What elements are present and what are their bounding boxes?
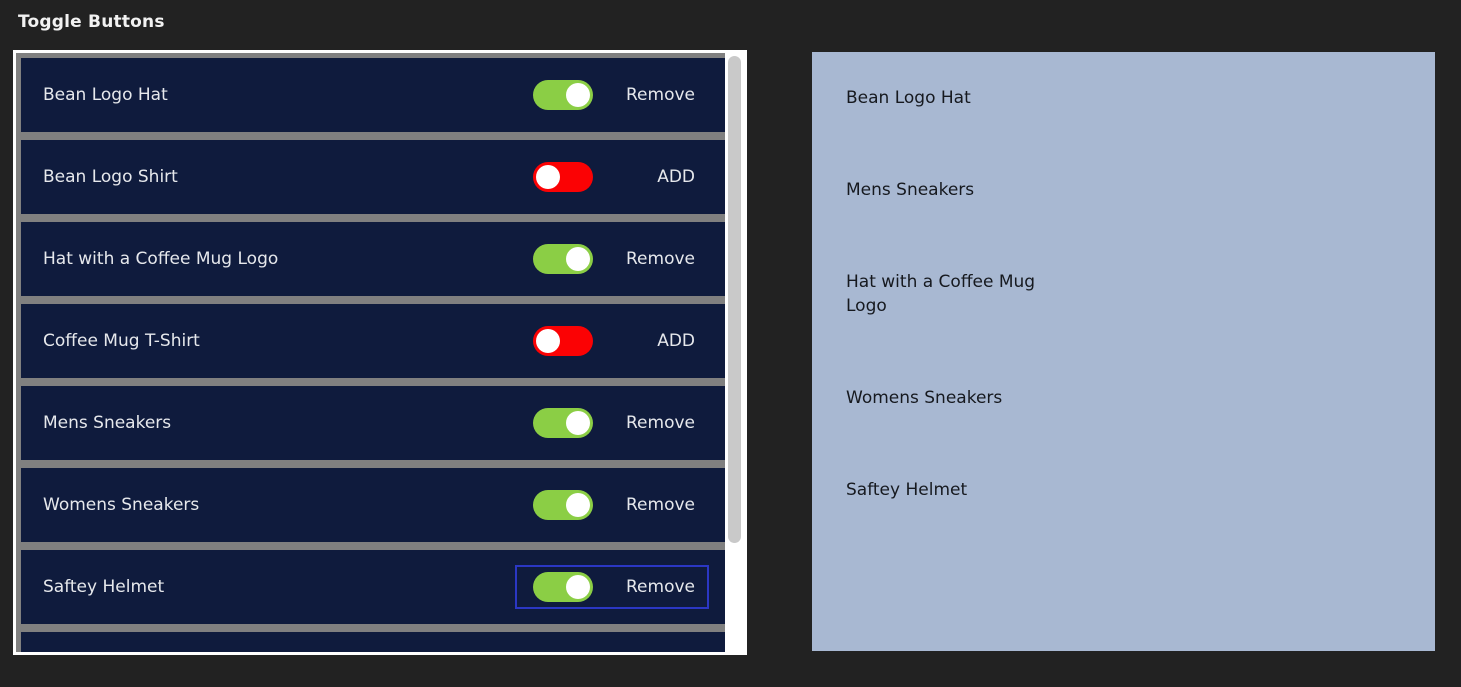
remove-button[interactable]: Remove [593, 576, 707, 598]
toggle-knob-icon [536, 329, 560, 353]
toggle-row: Womens Sneakers Remove [21, 468, 725, 542]
toggle-control-group[interactable]: ADD [517, 649, 707, 652]
toggle-control-group[interactable]: Remove [517, 485, 707, 525]
cart-item: Womens Sneakers [846, 388, 1003, 408]
product-name-label: Coffee Mug T-Shirt [43, 331, 200, 351]
toggle-row: Saftey Helmet Remove [21, 550, 725, 624]
toggle-switch-on-icon[interactable] [533, 490, 593, 520]
toggle-switch-on-icon[interactable] [533, 244, 593, 274]
toggle-row: Coffee Mug T-Shirt ADD [21, 304, 725, 378]
product-name-label: Bean Logo Shirt [43, 167, 178, 187]
remove-button[interactable]: Remove [593, 248, 707, 270]
remove-button[interactable]: Remove [593, 494, 707, 516]
product-name-label: Womens Sneakers [43, 495, 200, 515]
toggle-control-group[interactable]: Remove [517, 75, 707, 115]
remove-button[interactable]: Remove [593, 84, 707, 106]
toggle-switch-on-icon[interactable] [533, 80, 593, 110]
toggle-knob-icon [566, 83, 590, 107]
toggle-control-group[interactable]: ADD [517, 321, 707, 361]
toggle-row: Mens Sneakers Remove [21, 386, 725, 460]
add-button[interactable]: ADD [593, 166, 707, 188]
cart-item: Saftey Helmet [846, 480, 968, 500]
toggle-control-group[interactable]: Remove [517, 403, 707, 443]
toggle-knob-icon [566, 247, 590, 271]
remove-button[interactable]: Remove [593, 412, 707, 434]
product-name-label: Saftey Helmet [43, 577, 165, 597]
toggle-row: Bean Logo Hat Remove [21, 58, 725, 132]
cart-item: Bean Logo Hat [846, 88, 971, 108]
toggle-list-panel: Bean Logo Hat Remove Bean Logo Shirt ADD Hat… [13, 50, 747, 655]
toggle-row: Safety VestADD [21, 632, 725, 652]
toggle-switch-on-icon[interactable] [533, 408, 593, 438]
toggle-switch-off-icon[interactable] [533, 162, 593, 192]
toggle-control-group[interactable]: ADD [517, 157, 707, 197]
product-name-label: Bean Logo Hat [43, 85, 168, 105]
toggle-knob-icon [536, 165, 560, 189]
product-name-label: Hat with a Coffee Mug Logo [43, 249, 279, 269]
toggle-switch-on-icon[interactable] [533, 572, 593, 602]
toggle-row: Bean Logo Shirt ADD [21, 140, 725, 214]
add-button[interactable]: ADD [593, 330, 707, 352]
toggle-control-group-focused[interactable]: Remove [515, 565, 709, 609]
cart-panel: Bean Logo Hat Mens Sneakers Hat with a Cof… [812, 52, 1435, 651]
page-title: Toggle Buttons [18, 12, 165, 32]
toggle-knob-icon [566, 411, 590, 435]
toggle-list-scroll-area[interactable]: Bean Logo Hat Remove Bean Logo Shirt ADD Hat… [16, 53, 725, 652]
scrollbar-thumb-icon[interactable] [728, 56, 741, 543]
cart-item: Mens Sneakers [846, 180, 975, 200]
toggle-knob-icon [566, 575, 590, 599]
toggle-row: Hat with a Coffee Mug Logo Remove [21, 222, 725, 296]
cart-item: Hat with a Coffee Mug Logo [846, 272, 1036, 316]
vertical-scrollbar[interactable] [725, 53, 744, 652]
toggle-knob-icon [566, 493, 590, 517]
toggle-switch-off-icon[interactable] [533, 326, 593, 356]
toggle-control-group[interactable]: Remove [517, 239, 707, 279]
product-name-label: Mens Sneakers [43, 413, 172, 433]
